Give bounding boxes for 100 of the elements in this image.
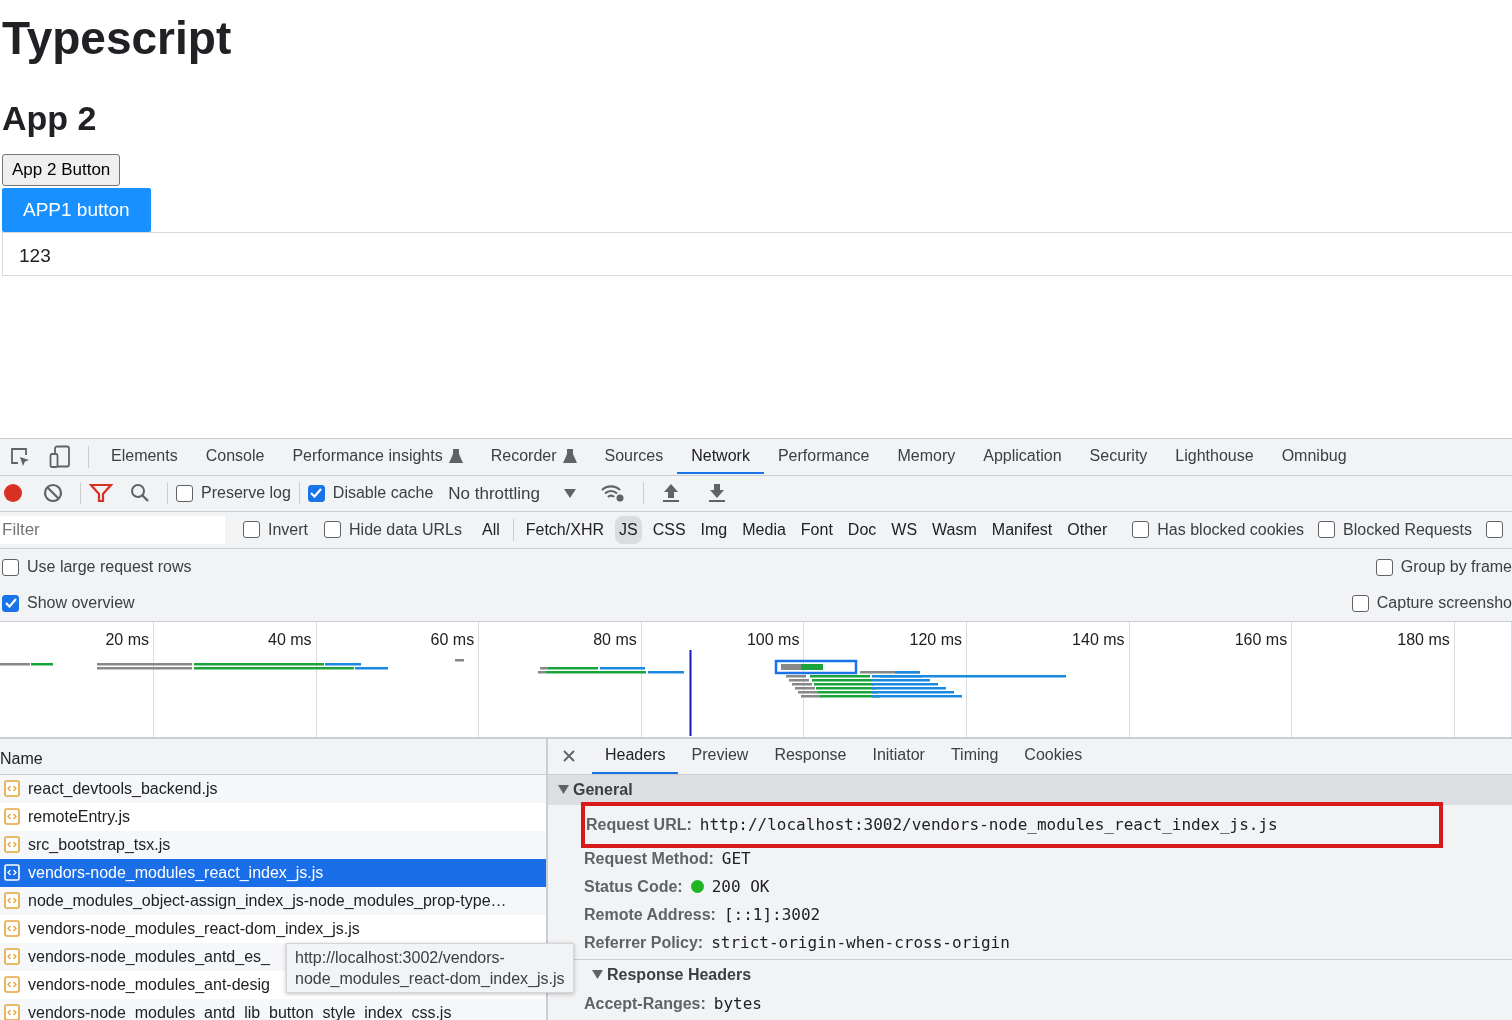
field-value: strict-origin-when-cross-origin — [711, 931, 1010, 954]
checkbox-label: Blocked Requests — [1343, 520, 1472, 540]
script-file-icon — [4, 836, 20, 854]
request-row[interactable]: vendors-node_modules_react-dom_index_js.js — [0, 914, 546, 943]
checkbox[interactable] — [1132, 521, 1150, 539]
checkbox[interactable] — [324, 521, 341, 539]
request-row[interactable]: react_devtools_backend.js — [0, 774, 546, 803]
checkbox[interactable] — [1486, 521, 1503, 539]
request-row[interactable]: vendors-node_modules_react_index_js.js — [0, 858, 546, 887]
panel-tab[interactable]: Console — [191, 439, 279, 475]
panel-tab[interactable]: Omnibug — [1267, 439, 1361, 475]
panel-tab[interactable]: Elements — [97, 439, 192, 475]
tick-label: 180 ms — [1397, 630, 1450, 648]
detail-tab[interactable]: Preview — [678, 738, 762, 774]
url-tooltip: http://localhost:3002/vendors- node_modules_react-dom_index_js.js — [286, 942, 574, 993]
script-file-icon — [4, 948, 20, 966]
tick-label: 20 ms — [105, 630, 149, 648]
request-row[interactable]: src_bootstrap_tsx.js — [0, 830, 546, 859]
section-heading: App 2 — [2, 98, 98, 139]
checkbox[interactable] — [1351, 594, 1369, 612]
type-filter-button[interactable]: Font — [796, 516, 837, 544]
field-label: Request Method: — [584, 848, 714, 869]
type-filter-button[interactable]: Media — [738, 516, 790, 544]
field-value: [::1]:3002 — [723, 903, 821, 926]
checkbox-label: Preserve log — [201, 483, 291, 504]
close-icon — [563, 750, 575, 763]
checkbox[interactable] — [2, 594, 19, 612]
record-button[interactable] — [2, 482, 24, 505]
detail-tab[interactable]: Response — [761, 738, 860, 774]
download-icon[interactable] — [707, 483, 727, 504]
type-filter-button[interactable]: JS — [615, 516, 642, 544]
detail-tab[interactable]: Initiator — [859, 738, 938, 774]
checkbox[interactable] — [176, 484, 193, 502]
clear-icon[interactable] — [43, 483, 63, 504]
checkbox[interactable] — [1375, 558, 1393, 576]
tick-label: 120 ms — [909, 630, 962, 648]
column-header: Name — [0, 749, 43, 767]
filter-icon[interactable] — [89, 483, 113, 504]
panel-tab[interactable]: Performance — [763, 439, 884, 475]
panel-tab[interactable]: Performance insights — [278, 439, 477, 475]
checkbox-label: Has blocked cookies — [1157, 520, 1305, 540]
checkbox-label: Disable cache — [332, 483, 434, 504]
page-title: Typescript — [2, 11, 233, 66]
request-row[interactable]: remoteEntry.js — [0, 802, 546, 831]
field-label: Status Code: — [584, 876, 683, 897]
tick-label: 60 ms — [430, 630, 475, 648]
panel-tab[interactable]: Sources — [590, 439, 678, 475]
checkbox[interactable] — [1318, 521, 1336, 539]
section-title: Response Headers — [607, 964, 752, 985]
caret-icon — [564, 488, 576, 498]
detail-tab[interactable]: Timing — [937, 738, 1012, 774]
field-label: Remote Address: — [584, 904, 716, 925]
search-icon[interactable] — [130, 483, 150, 504]
field-label: Request URL: — [586, 814, 692, 835]
type-filter-button[interactable]: Manifest — [987, 516, 1057, 544]
type-filter-button[interactable]: WS — [887, 516, 922, 544]
field-label: Referrer Policy: — [584, 932, 704, 953]
type-filter-button[interactable]: Img — [696, 516, 732, 544]
caret-icon[interactable] — [558, 785, 569, 795]
type-filter-button[interactable]: CSS — [648, 516, 690, 544]
field-value: bytes — [713, 992, 762, 1015]
checkbox[interactable] — [307, 484, 325, 502]
throttling-select[interactable]: No throttling — [439, 480, 585, 507]
tick-label: 100 ms — [746, 630, 800, 648]
checkbox-label: Hide data URLs — [349, 520, 462, 540]
checkbox-label: Show overview — [27, 593, 135, 614]
script-file-icon — [4, 864, 20, 882]
tick-label: 40 ms — [268, 630, 312, 648]
field-value: 200 OK — [711, 875, 770, 898]
upload-icon[interactable] — [661, 483, 681, 504]
tick-label: 160 ms — [1234, 630, 1288, 648]
script-file-icon — [4, 920, 20, 938]
type-filter-button[interactable]: Fetch/XHR — [521, 516, 608, 544]
panel-tab[interactable]: Network — [677, 439, 764, 475]
type-filter-button[interactable]: All — [477, 516, 504, 544]
checkbox-label: Use large request rows — [27, 557, 192, 578]
type-filter-button[interactable]: Wasm — [928, 516, 981, 544]
checkbox-label: Invert — [268, 520, 308, 540]
panel-tab[interactable]: Memory — [883, 439, 970, 475]
checkbox[interactable] — [243, 521, 260, 539]
panel-tab[interactable]: Recorder — [476, 439, 591, 475]
tick-label: 80 ms — [593, 630, 637, 648]
type-filter-button[interactable]: Doc — [843, 516, 881, 544]
app-button[interactable]: App 2 Button — [2, 154, 121, 186]
type-filter-button[interactable]: Other — [1063, 516, 1112, 544]
panel-tab[interactable]: Security — [1075, 439, 1162, 475]
output-field: 123 — [2, 232, 1512, 276]
wifi-settings-icon[interactable] — [600, 483, 626, 504]
detail-tab[interactable]: Headers — [592, 738, 679, 774]
caret-icon[interactable] — [592, 970, 603, 980]
field-value: GET — [721, 847, 751, 870]
panel-tab[interactable]: Lighthouse — [1161, 439, 1268, 475]
detail-tab[interactable]: Cookies — [1011, 738, 1096, 774]
checkbox-label: Capture screensho — [1376, 593, 1512, 614]
field-label: Accept-Ranges: — [584, 993, 706, 1014]
request-row[interactable]: node_modules_object-assign_index_js-node_modules_prop-type… — [0, 886, 546, 915]
checkbox[interactable] — [2, 558, 19, 576]
filter-field[interactable]: Filter — [0, 516, 225, 544]
script-file-icon — [4, 808, 20, 826]
panel-tab[interactable]: Application — [969, 439, 1076, 475]
